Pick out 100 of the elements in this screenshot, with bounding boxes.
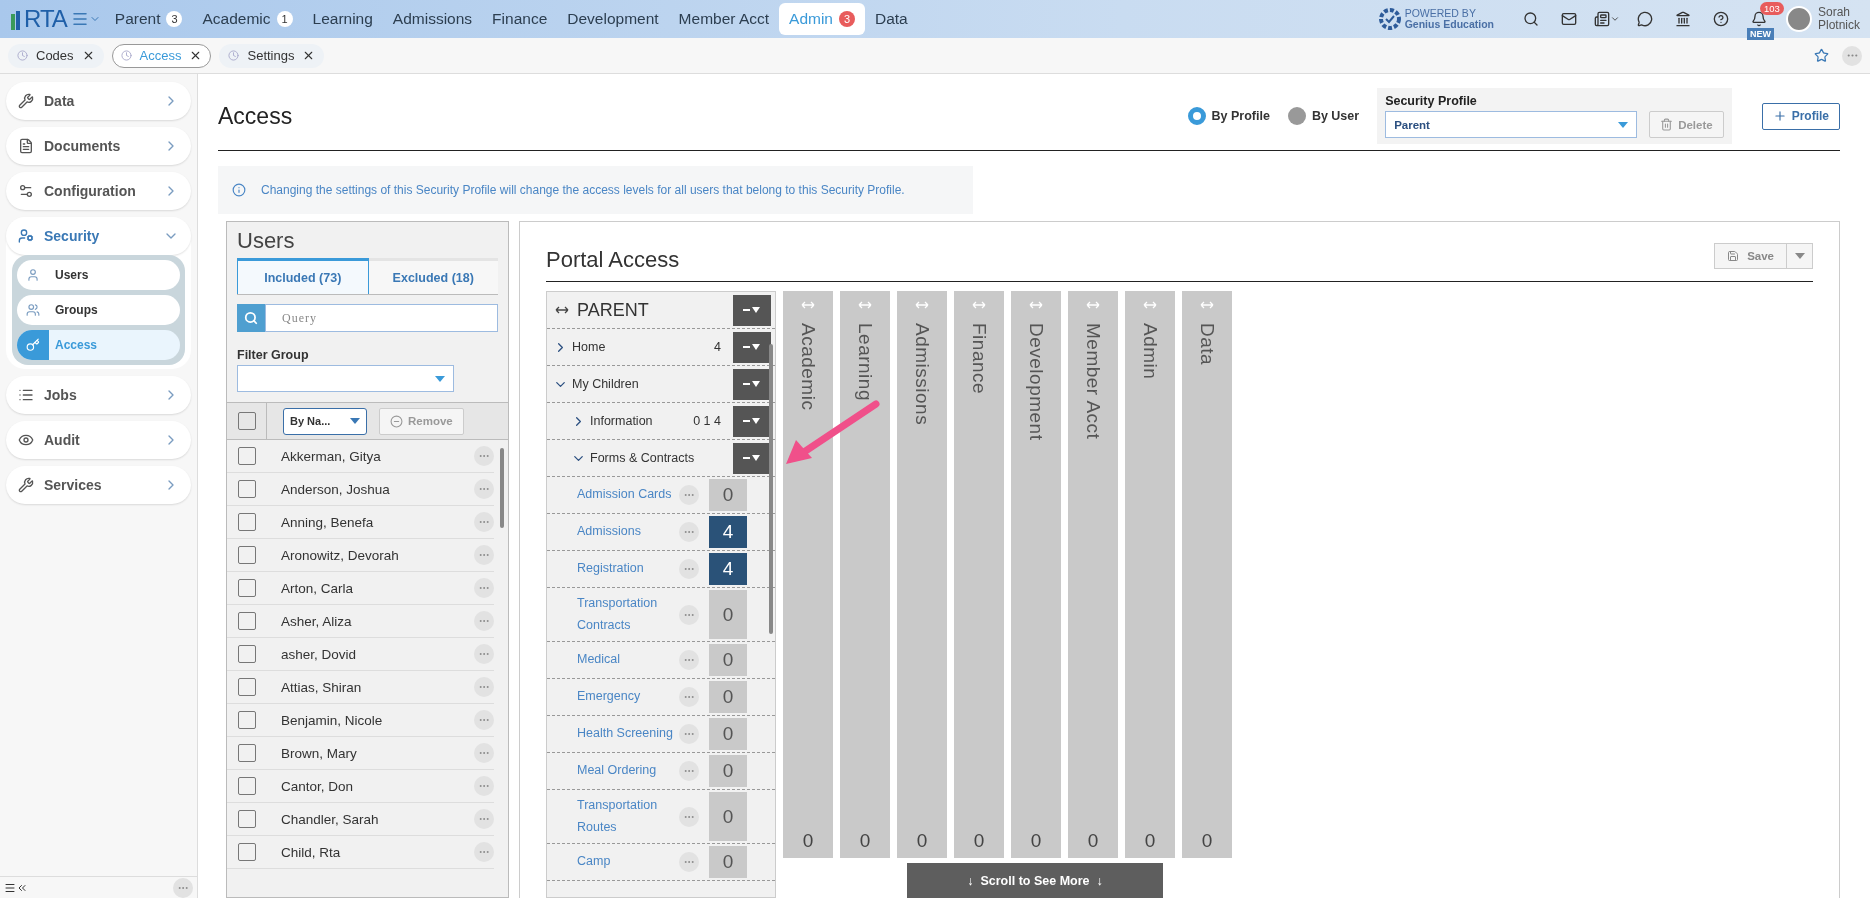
- tree-node[interactable]: Home: [547, 339, 715, 355]
- permission-item[interactable]: Medical: [547, 649, 679, 671]
- permission-item[interactable]: Health Screening: [547, 723, 679, 745]
- row-checkbox[interactable]: [238, 843, 256, 861]
- permission-item[interactable]: Admissions: [547, 521, 679, 543]
- more-icon[interactable]: [679, 687, 699, 707]
- module-column[interactable]: Development 0: [1011, 291, 1061, 858]
- access-level[interactable]: 4: [709, 553, 747, 585]
- more-icon[interactable]: [679, 761, 699, 781]
- mode-radio[interactable]: By User: [1287, 107, 1360, 125]
- nav-tab[interactable]: Admissions: [382, 3, 483, 35]
- add-profile-button[interactable]: Profile: [1761, 102, 1840, 130]
- users-tab[interactable]: Included (73): [237, 258, 369, 294]
- sidebar-subitem[interactable]: Users: [17, 260, 180, 290]
- logo[interactable]: RTA: [10, 5, 67, 33]
- more-icon[interactable]: [679, 650, 699, 670]
- more-icon[interactable]: [679, 604, 699, 625]
- profile-select[interactable]: Parent: [1385, 111, 1638, 138]
- nav-tab[interactable]: Admin 3: [779, 3, 865, 35]
- row-checkbox[interactable]: [238, 810, 256, 828]
- nav-tab[interactable]: Development: [557, 3, 669, 35]
- more-icon[interactable]: [474, 743, 494, 763]
- search-button[interactable]: [237, 304, 265, 332]
- sidebar-item[interactable]: Audit: [6, 421, 191, 459]
- permission-item[interactable]: Meal Ordering: [547, 760, 679, 782]
- more-icon[interactable]: [679, 852, 699, 872]
- row-checkbox[interactable]: [238, 546, 256, 564]
- module-column[interactable]: Admissions 0: [897, 291, 947, 858]
- module-column[interactable]: Admin 0: [1125, 291, 1175, 858]
- access-level[interactable]: 0: [709, 590, 747, 639]
- resize-arrows-icon[interactable]: [555, 306, 569, 314]
- access-level[interactable]: 0: [709, 718, 747, 750]
- tree-node[interactable]: Information: [547, 413, 694, 429]
- row-checkbox[interactable]: [238, 645, 256, 663]
- scroll-more-button[interactable]: ↓ Scroll to See More ↓: [907, 863, 1163, 898]
- sort-select[interactable]: By Na...: [283, 407, 367, 435]
- nav-tab[interactable]: Parent 3: [104, 3, 193, 35]
- sidebar-item[interactable]: Services: [6, 466, 191, 504]
- nav-tab[interactable]: Finance: [482, 3, 558, 35]
- scrollbar[interactable]: [500, 448, 504, 528]
- nav-tab[interactable]: Member Acct: [668, 3, 780, 35]
- sidebar-item[interactable]: Configuration: [6, 172, 191, 210]
- row-checkbox[interactable]: [238, 447, 256, 465]
- nav-tab[interactable]: Learning: [302, 3, 383, 35]
- module-column[interactable]: Academic 0: [783, 291, 833, 858]
- row-checkbox[interactable]: [238, 777, 256, 795]
- permission-item[interactable]: Camp: [547, 851, 679, 873]
- permission-item[interactable]: Registration: [547, 558, 679, 580]
- save-options-button[interactable]: [1787, 243, 1813, 269]
- more-icon[interactable]: [474, 512, 494, 532]
- more-icon[interactable]: [1842, 45, 1862, 66]
- more-icon[interactable]: [474, 578, 494, 598]
- more-icon[interactable]: [474, 644, 494, 664]
- select-all-checkbox[interactable]: [237, 412, 256, 430]
- module-column[interactable]: Finance 0: [954, 291, 1004, 858]
- more-icon[interactable]: [474, 446, 494, 466]
- row-checkbox[interactable]: [238, 711, 256, 729]
- level-menu-button[interactable]: [733, 442, 771, 474]
- access-level[interactable]: 0: [709, 755, 747, 787]
- more-icon[interactable]: [474, 776, 494, 796]
- row-checkbox[interactable]: [238, 480, 256, 498]
- avatar[interactable]: [1785, 6, 1812, 32]
- level-menu-button[interactable]: [733, 331, 771, 363]
- sidebar-item[interactable]: Jobs: [6, 376, 191, 414]
- mode-radio[interactable]: By Profile: [1187, 107, 1270, 125]
- nav-tab[interactable]: Data: [865, 3, 918, 35]
- scrollbar[interactable]: [769, 344, 773, 634]
- tree-node[interactable]: My Children: [547, 376, 733, 392]
- more-icon[interactable]: [474, 545, 494, 565]
- module-column[interactable]: Member Acct 0: [1068, 291, 1118, 858]
- tree-node[interactable]: Forms & Contracts: [547, 450, 733, 466]
- level-menu-button[interactable]: [733, 368, 771, 400]
- page-tab[interactable]: Settings: [219, 43, 325, 68]
- radio-dot[interactable]: [1287, 107, 1306, 125]
- more-icon[interactable]: [679, 522, 699, 542]
- more-icon[interactable]: [679, 806, 699, 827]
- sidebar-item[interactable]: Security: [6, 217, 191, 255]
- more-icon[interactable]: [474, 710, 494, 730]
- search-field[interactable]: Query: [265, 304, 498, 332]
- permission-item[interactable]: Transportation Routes: [547, 795, 679, 838]
- more-icon[interactable]: [474, 842, 494, 862]
- nav-tab[interactable]: Academic 1: [192, 3, 303, 35]
- permission-item[interactable]: Emergency: [547, 686, 679, 708]
- row-checkbox[interactable]: [238, 612, 256, 630]
- more-icon[interactable]: [679, 559, 699, 579]
- save-button[interactable]: Save: [1714, 243, 1787, 269]
- sidebar-subitem[interactable]: Groups: [17, 295, 180, 325]
- bell-icon[interactable]: [1750, 11, 1767, 27]
- radio-dot[interactable]: [1187, 107, 1206, 125]
- row-checkbox[interactable]: [238, 513, 256, 531]
- more-icon[interactable]: [474, 677, 494, 697]
- more-icon[interactable]: [173, 877, 193, 898]
- sidebar-item[interactable]: Documents: [6, 127, 191, 165]
- access-level[interactable]: 0: [709, 479, 747, 511]
- module-column[interactable]: Data 0: [1182, 291, 1232, 858]
- sidebar-item[interactable]: Data: [6, 82, 191, 120]
- more-icon[interactable]: [474, 809, 494, 829]
- permission-item[interactable]: Transportation Contracts: [547, 593, 679, 636]
- level-menu-button[interactable]: [733, 405, 771, 437]
- access-level[interactable]: 0: [709, 792, 747, 841]
